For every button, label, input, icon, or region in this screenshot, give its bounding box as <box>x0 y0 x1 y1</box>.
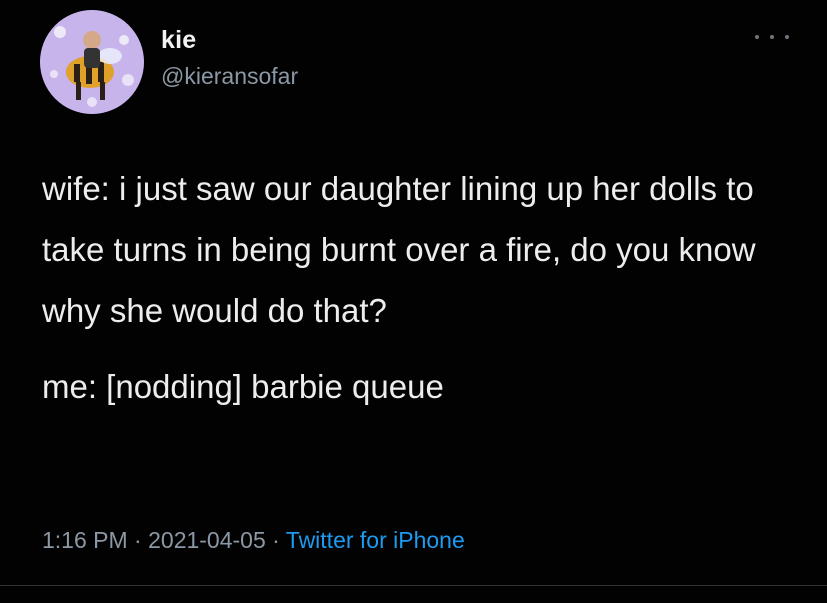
tweet-text-line: me: [nodding] barbie queue <box>42 368 444 405</box>
avatar[interactable] <box>40 10 144 114</box>
tweet-date[interactable]: 2021-04-05 <box>148 527 266 553</box>
tweet-meta: 1:16 PM · 2021-04-05 · Twitter for iPhon… <box>42 527 465 554</box>
author-name[interactable]: kie <box>161 26 196 55</box>
more-dot <box>770 35 774 39</box>
tweet-text-line: wife: i just saw our daughter lining up … <box>42 170 765 329</box>
meta-separator: · <box>265 527 286 553</box>
more-dot <box>785 35 789 39</box>
more-options-icon[interactable] <box>755 30 789 44</box>
author-handle[interactable]: @kieransofar <box>161 63 298 90</box>
tweet-card: kie @kieransofar wife: i just saw our da… <box>0 0 827 603</box>
meta-separator: · <box>127 527 149 553</box>
divider <box>0 585 827 586</box>
tweet-source-link[interactable]: Twitter for iPhone <box>286 527 465 553</box>
avatar-image <box>40 10 144 114</box>
tweet-text: wife: i just saw our daughter lining up … <box>42 158 802 417</box>
tweet-time[interactable]: 1:16 PM <box>42 527 128 553</box>
more-dot <box>755 35 759 39</box>
